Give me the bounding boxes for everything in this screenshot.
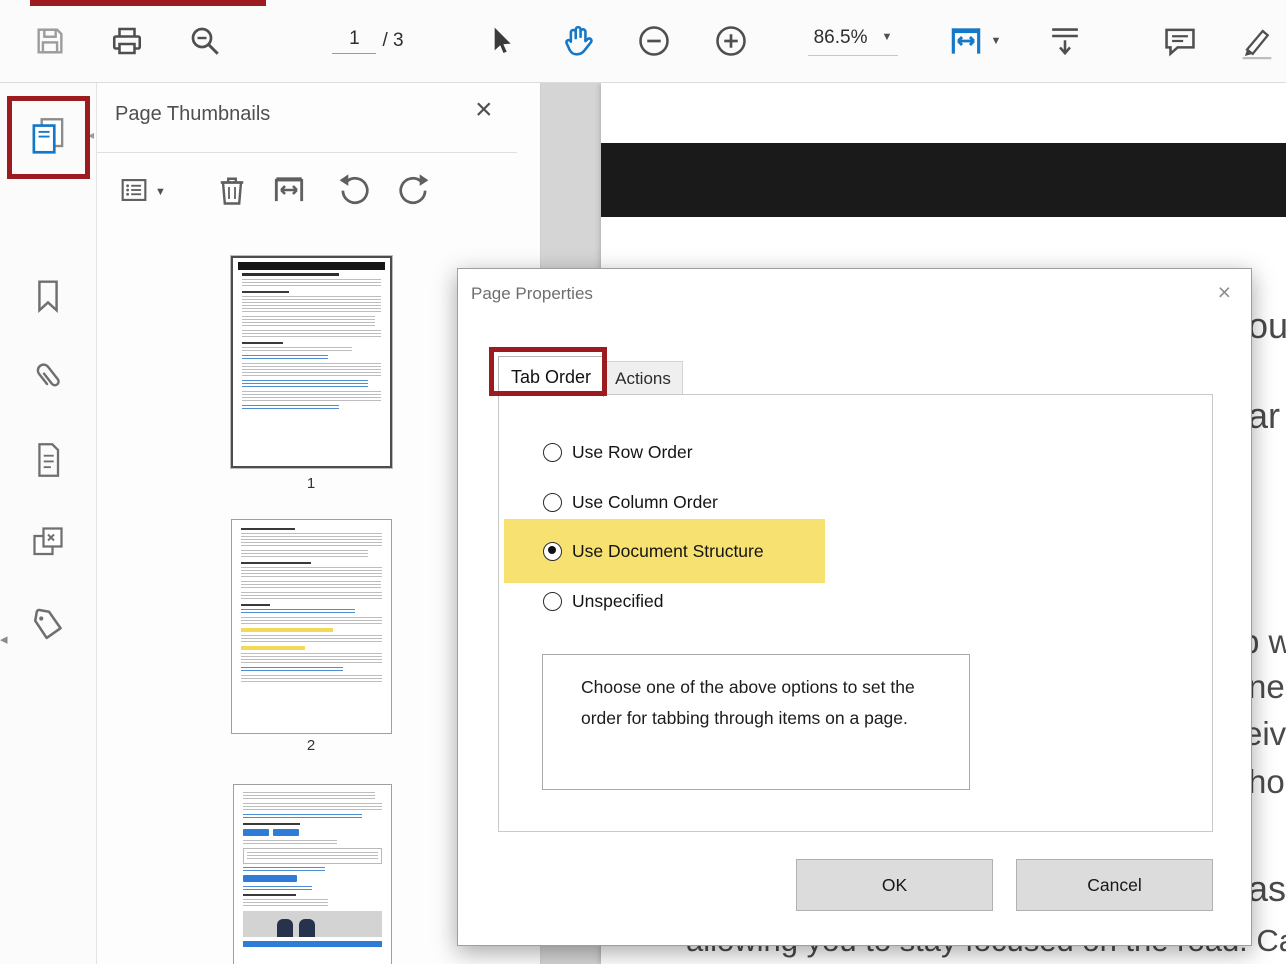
highlighter-icon <box>1237 21 1277 61</box>
zoom-level-value: 86.5% <box>813 26 868 48</box>
magnifier-icon <box>187 23 223 59</box>
save-button[interactable] <box>30 0 70 82</box>
page-display-button[interactable] <box>1043 0 1087 82</box>
tab-order-panel: Use Row Order Use Column Order Use Docum… <box>498 394 1213 832</box>
tab-actions[interactable]: Actions <box>603 361 683 395</box>
rotate-ccw-button[interactable] <box>335 171 373 213</box>
doc-text-fragment: ar <box>1248 395 1281 436</box>
description-box: Choose one of the above options to set t… <box>542 654 970 790</box>
thumb2-highlight <box>241 628 334 632</box>
insert-pages-button[interactable] <box>270 171 308 213</box>
annotation-top-strip <box>30 0 266 6</box>
page-thumbnail-2-label: 2 <box>306 737 316 754</box>
sidebar-item-destinations[interactable] <box>0 429 96 495</box>
rotate-clockwise-icon <box>395 171 433 214</box>
rotate-counterclockwise-icon <box>335 171 373 214</box>
fit-width-button[interactable]: ▼ <box>942 0 1006 82</box>
zoom-in-button[interactable] <box>711 0 751 82</box>
chevron-down-icon: ▼ <box>155 185 166 198</box>
thumb3-buttons <box>243 829 382 836</box>
doc-text-fragment: ne <box>1248 668 1285 705</box>
scrolling-icon <box>1045 21 1085 61</box>
paperclip-icon <box>28 356 68 401</box>
zoom-level-select[interactable]: 86.5% ▼ <box>793 0 913 82</box>
sidebar-item-bookmarks[interactable] <box>0 265 96 331</box>
panel-title: Page Thumbnails <box>115 103 271 125</box>
document-icon <box>28 440 68 485</box>
sidebar-item-tags[interactable] <box>0 595 96 661</box>
panel-resize-arrow[interactable]: ◂ <box>88 128 94 142</box>
trash-icon <box>214 172 250 213</box>
left-nav-rail <box>0 83 97 964</box>
page-properties-dialog: Page Properties × Tab Order Actions Use … <box>457 268 1252 946</box>
zoom-in-icon <box>713 23 749 59</box>
insert-page-icon <box>270 171 308 214</box>
zoom-out-icon <box>636 23 672 59</box>
radio-icon <box>543 591 562 611</box>
hand-tool-button[interactable] <box>556 0 600 82</box>
chevron-down-icon: ▼ <box>990 34 1002 47</box>
dialog-title: Page Properties <box>471 284 593 303</box>
cancel-button[interactable]: Cancel <box>1016 859 1213 911</box>
bookmark-icon <box>28 276 68 321</box>
radio-use-document-structure[interactable]: Use Document Structure <box>543 536 764 566</box>
page-thumbnail-1[interactable] <box>231 256 392 468</box>
page-navigation: 1 / 3 <box>303 0 433 82</box>
options-menu-icon <box>117 173 151 212</box>
doc-text-fragment: ho <box>1248 763 1285 800</box>
hand-icon <box>558 21 598 61</box>
page-number-input[interactable]: 1 <box>332 28 377 54</box>
description-text: Choose one of the above options to set t… <box>581 677 915 728</box>
page-thumbnails-icon <box>26 113 70 162</box>
close-icon[interactable]: × <box>475 95 493 125</box>
sidebar-item-attachments[interactable] <box>0 345 96 411</box>
tab-tab-order[interactable]: Tab Order <box>498 356 604 397</box>
thumb3-photo <box>243 911 382 937</box>
radio-icon <box>543 492 562 512</box>
radio-icon-selected <box>543 541 562 561</box>
print-button[interactable] <box>107 0 147 82</box>
cursor-icon <box>484 25 516 57</box>
doc-text-fragment: as <box>1248 868 1286 909</box>
sidebar-item-page-thumbnails[interactable] <box>0 104 96 170</box>
layers-icon <box>27 521 69 568</box>
page-thumbnail-2[interactable] <box>231 519 392 734</box>
thumbnail-options-button[interactable]: ▼ <box>117 171 166 213</box>
ok-button[interactable]: OK <box>796 859 993 911</box>
page-thumbnail-3[interactable] <box>233 784 392 964</box>
highlight-button[interactable] <box>1235 0 1279 82</box>
select-tool-button[interactable] <box>480 0 520 82</box>
panel-divider <box>97 152 517 153</box>
main-toolbar: 1 / 3 86.5% ▼ ▼ <box>0 0 1286 83</box>
comment-button[interactable] <box>1158 0 1202 82</box>
marquee-zoom-button[interactable] <box>185 0 225 82</box>
radio-use-row-order[interactable]: Use Row Order <box>543 437 693 467</box>
zoom-out-button[interactable] <box>634 0 674 82</box>
panel-collapse-handle[interactable]: ◂ <box>0 630 8 648</box>
print-icon <box>109 23 145 59</box>
rotate-cw-button[interactable] <box>395 171 433 213</box>
radio-unspecified[interactable]: Unspecified <box>543 586 663 616</box>
radio-use-column-order[interactable]: Use Column Order <box>543 487 718 517</box>
tag-icon <box>27 605 69 652</box>
doc-text-fragment: ou <box>1248 305 1286 346</box>
chevron-down-icon: ▼ <box>881 31 893 43</box>
sidebar-item-layers[interactable] <box>0 511 96 577</box>
delete-pages-button[interactable] <box>214 171 250 213</box>
radio-icon <box>543 442 562 462</box>
fit-width-icon <box>947 22 985 60</box>
thumb-heading <box>242 273 340 276</box>
comment-icon <box>1161 22 1199 60</box>
save-icon <box>33 24 67 58</box>
redaction-bar <box>601 143 1286 217</box>
close-icon[interactable]: × <box>1218 281 1231 304</box>
page-count-label: / 3 <box>382 30 404 51</box>
thumb1-redaction-bar <box>238 262 385 270</box>
page-thumbnail-1-label: 1 <box>306 475 316 492</box>
